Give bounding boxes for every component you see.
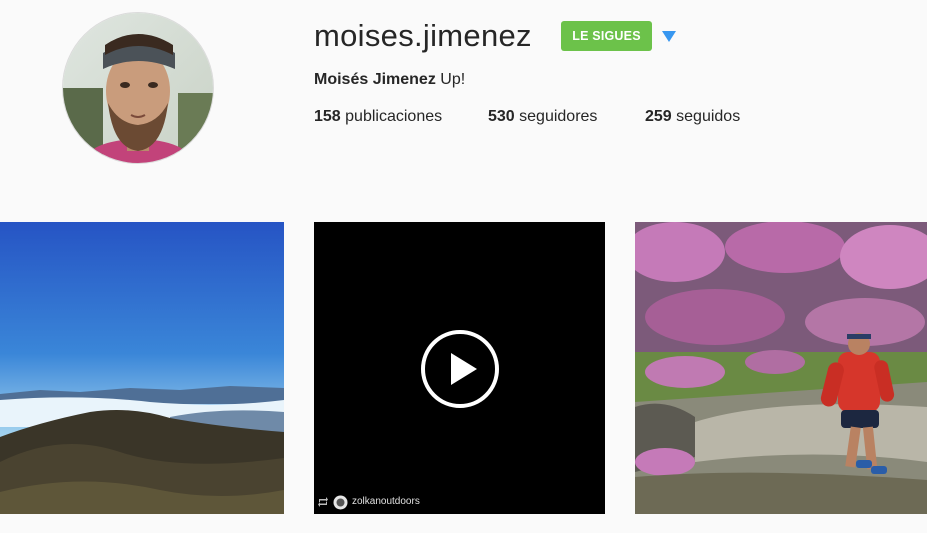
posts-label: publicaciones bbox=[345, 108, 443, 125]
profile-full-name: Moisés Jimenez bbox=[314, 71, 436, 88]
post-tile-runner[interactable] bbox=[635, 222, 927, 514]
followers-label: seguidores bbox=[519, 108, 598, 125]
profile-username: moises.jimenez bbox=[314, 18, 532, 53]
post-tile-video[interactable]: zolkanoutdoors bbox=[314, 222, 605, 514]
repost-user-avatar bbox=[333, 495, 348, 509]
play-icon[interactable] bbox=[420, 329, 500, 409]
following-count-stat[interactable]: 259 seguidos bbox=[645, 107, 740, 127]
posts-count: 158 bbox=[314, 108, 341, 125]
avatar-image bbox=[63, 13, 213, 163]
profile-bio: Moisés Jimenez Up! bbox=[314, 70, 465, 90]
profile-bio-text: Up! bbox=[440, 71, 466, 88]
profile-avatar[interactable] bbox=[63, 13, 213, 163]
dropdown-caret-icon[interactable] bbox=[662, 31, 676, 42]
followers-count: 530 bbox=[488, 108, 515, 125]
post-image-runner bbox=[635, 222, 927, 514]
following-count: 259 bbox=[645, 108, 672, 125]
posts-count-stat: 158 publicaciones bbox=[314, 107, 442, 127]
following-button[interactable]: LE SIGUES bbox=[561, 21, 652, 51]
following-label: seguidos bbox=[676, 108, 741, 125]
repost-username: zolkanoutdoors bbox=[352, 496, 420, 507]
page-bottom-area bbox=[0, 514, 927, 533]
post-tile-mountain[interactable] bbox=[0, 222, 284, 514]
repost-attribution: zolkanoutdoors bbox=[317, 494, 420, 510]
repost-icon bbox=[318, 497, 328, 507]
post-image-mountain bbox=[0, 222, 284, 514]
followers-count-stat[interactable]: 530 seguidores bbox=[488, 107, 597, 127]
